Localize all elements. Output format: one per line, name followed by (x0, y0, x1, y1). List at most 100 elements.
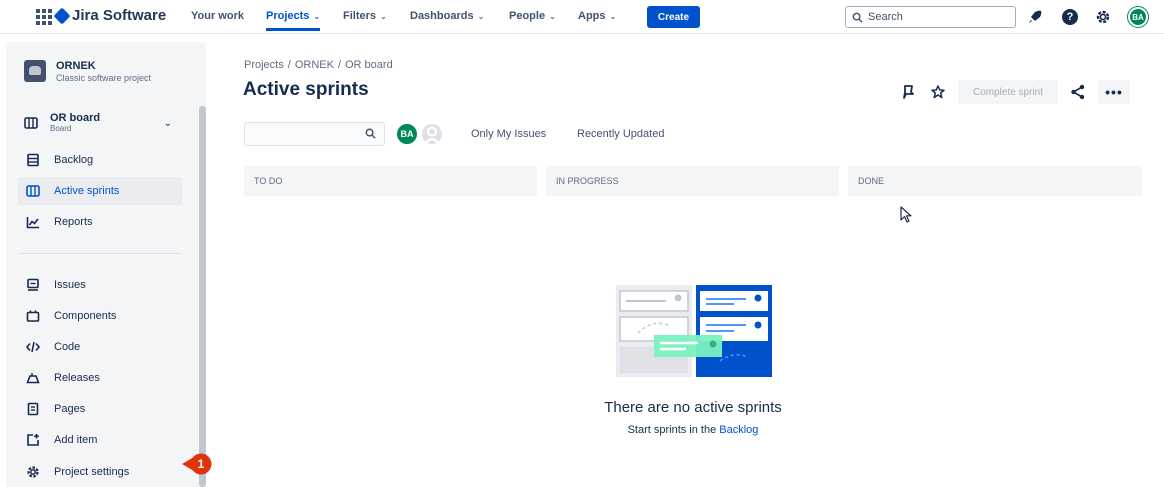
more-actions-button[interactable]: ••• (1098, 80, 1130, 104)
chevron-down-icon: ⌄ (609, 12, 617, 21)
breadcrumb-project[interactable]: ORNEK (295, 59, 334, 71)
sidebar-item-code[interactable]: Code (18, 333, 182, 361)
sidebar-scrollbar[interactable] (199, 106, 206, 487)
reports-icon (26, 217, 39, 229)
user-icon (424, 126, 440, 144)
complete-sprint-button[interactable]: Complete sprint (958, 80, 1058, 104)
sidebar-item-label: Issues (54, 279, 86, 291)
sidebar-item-releases[interactable]: Releases (18, 364, 182, 392)
search-input[interactable] (868, 11, 1008, 23)
breadcrumb-board[interactable]: OR board (345, 59, 393, 71)
backlog-link[interactable]: Backlog (719, 424, 758, 436)
project-header[interactable]: ORNEK Classic software project (24, 60, 151, 83)
breadcrumb-separator: / (337, 59, 341, 71)
releases-icon (26, 373, 40, 384)
assignee-avatar-ba[interactable]: BA (395, 122, 419, 146)
sidebar-item-label: Components (54, 310, 117, 322)
mouse-cursor-icon (900, 206, 912, 223)
filter-recently-updated[interactable]: Recently Updated (577, 128, 664, 140)
sidebar-item-issues[interactable]: Issues (18, 271, 182, 299)
global-search[interactable] (845, 6, 1016, 28)
project-avatar-icon (24, 60, 46, 82)
breadcrumb-separator: / (287, 59, 291, 71)
sidebar-item-label: Add item (54, 434, 98, 446)
gear-icon (1096, 10, 1110, 24)
sidebar-divider (18, 253, 182, 254)
sidebar-item-label: Active sprints (54, 185, 120, 197)
rocket-icon (1029, 10, 1042, 23)
backlog-icon (27, 153, 39, 167)
sidebar-item-label: Code (54, 341, 81, 353)
jira-logo[interactable]: Jira Software (53, 7, 167, 24)
nav-apps[interactable]: Apps ⌄ (578, 10, 616, 22)
star-button[interactable] (928, 82, 948, 102)
column-header-todo: TO DO (244, 166, 537, 196)
sidebar-item-label: Releases (54, 372, 100, 384)
user-avatar[interactable]: BA (1128, 7, 1148, 27)
sidebar-item-label: Project settings (54, 466, 130, 478)
empty-sprints-illustration-icon (616, 285, 772, 377)
board-icon (24, 116, 38, 129)
board-selector[interactable]: OR board Board ⌄ (24, 112, 172, 133)
filter-only-my-issues[interactable]: Only My Issues (471, 128, 546, 140)
breadcrumb: Projects / ORNEK / OR board (244, 59, 393, 71)
nav-dashboards[interactable]: Dashboards ⌄ (410, 10, 484, 22)
settings-button[interactable] (1094, 8, 1112, 26)
add-item-icon (27, 434, 39, 446)
empty-state-subtitle: Start sprints in the Backlog (560, 424, 826, 436)
product-name: Jira Software (72, 7, 167, 24)
app-switcher-icon[interactable] (36, 9, 52, 25)
code-icon (26, 341, 40, 353)
annotation-badge-number: 1 (198, 457, 205, 471)
sidebar-item-label: Reports (54, 216, 93, 228)
pages-icon (27, 402, 39, 416)
board-name: OR board (50, 112, 101, 124)
unassigned-avatar[interactable] (420, 122, 444, 146)
sidebar-item-label: Pages (54, 403, 86, 415)
board-actions: Complete sprint ••• (898, 80, 1130, 104)
sidebar-item-components[interactable]: Components (18, 302, 182, 330)
sidebar-item-active-sprints[interactable]: Active sprints (18, 177, 182, 205)
notifications-icon[interactable] (1026, 8, 1044, 26)
help-icon: ? (1062, 9, 1078, 25)
sidebar-item-add-item[interactable]: Add item (18, 426, 182, 454)
share-icon (1071, 84, 1085, 100)
search-icon (852, 12, 863, 23)
page-title: Active sprints (243, 79, 369, 100)
components-icon (26, 310, 40, 322)
nav-projects[interactable]: Projects ⌄ (266, 10, 321, 31)
chevron-down-icon: ⌄ (163, 118, 172, 129)
board-type: Board (50, 124, 72, 133)
top-navigation: Jira Software Your work Projects ⌄ Filter… (0, 0, 1164, 34)
breadcrumb-projects[interactable]: Projects (244, 59, 284, 71)
issues-icon (27, 278, 39, 291)
create-button[interactable]: Create (647, 6, 700, 28)
column-header-in-progress: IN PROGRESS (546, 166, 839, 196)
annotation-badge: 1 (182, 453, 212, 475)
project-sidebar: ORNEK Classic software project OR board … (6, 42, 206, 487)
chevron-down-icon: ⌄ (313, 12, 321, 21)
board-icon (26, 185, 40, 197)
chevron-down-icon: ⌄ (477, 12, 485, 21)
chevron-down-icon: ⌄ (380, 12, 387, 21)
pin-icon (903, 85, 914, 99)
nav-filters[interactable]: Filters ⌄ (343, 10, 387, 22)
empty-state-title: There are no active sprints (604, 399, 782, 416)
sidebar-item-label: Backlog (54, 154, 94, 166)
project-name: ORNEK (56, 60, 96, 72)
share-button[interactable] (1068, 82, 1088, 102)
project-type: Classic software project (56, 73, 152, 83)
column-header-done: DONE (848, 166, 1142, 196)
board-search-input[interactable] (244, 122, 385, 146)
sidebar-item-backlog[interactable]: Backlog (18, 146, 182, 174)
sidebar-item-reports[interactable]: Reports (18, 208, 182, 236)
pin-button[interactable] (898, 82, 918, 102)
help-button[interactable]: ? (1061, 8, 1079, 26)
chevron-down-icon: ⌄ (549, 12, 556, 21)
nav-your-work[interactable]: Your work (191, 10, 244, 22)
star-icon (931, 85, 945, 99)
sidebar-item-project-settings[interactable]: Project settings (18, 458, 182, 486)
sidebar-item-pages[interactable]: Pages (18, 395, 182, 423)
gear-icon (27, 466, 39, 478)
nav-people[interactable]: People ⌄ (509, 10, 556, 22)
